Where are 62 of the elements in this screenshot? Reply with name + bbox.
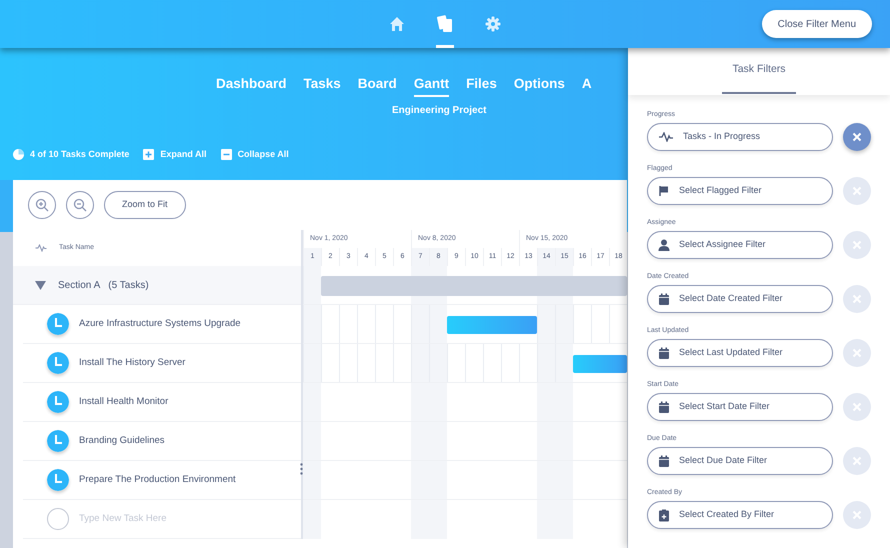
filter-dropdown[interactable]: Select Date Created Filter [647,285,833,313]
filter-dropdown[interactable]: Select Flagged Filter [647,177,833,205]
filter-dropdown[interactable]: Select Last Updated Filter [647,339,833,367]
close-icon [852,294,862,304]
close-icon [852,186,862,196]
close-icon [852,240,862,250]
task-name[interactable]: Branding Guidelines [79,434,165,448]
clock-icon [47,469,69,491]
zoom-out-button[interactable] [66,191,94,219]
task-name[interactable]: Azure Infrastructure Systems Upgrade [79,316,241,332]
close-icon [852,510,862,520]
clock-icon [47,391,69,413]
task-bar-day[interactable] [447,316,465,334]
zoom-in-icon [35,198,49,212]
filter-dropdown[interactable]: Tasks - In Progress [647,123,833,151]
zoom-out-icon [73,198,87,212]
person-icon [658,239,670,251]
clock-icon [47,430,69,452]
task-count: (5 Tasks) [108,278,149,292]
home-icon [389,16,405,32]
task-bar-day[interactable] [573,355,591,373]
pulse-icon [658,132,674,142]
clock-icon [47,313,69,335]
zoom-to-fit-button[interactable]: Zoom to Fit [104,191,186,219]
zoom-in-button[interactable] [28,191,56,219]
tasks-complete-count: 4 of 10 Tasks Complete [30,148,130,162]
task-name[interactable]: Install Health Monitor [79,394,168,410]
section-bar-day[interactable] [321,276,339,296]
flag-icon [658,185,670,197]
filter-dropdown[interactable]: Select Assignee Filter [647,231,833,259]
pie-chart-icon [13,149,24,160]
project-name: Engineering Project [392,104,486,118]
panel-tab[interactable]: Task Filters [722,48,796,94]
clear-filter-button[interactable] [843,123,871,151]
drag-handle-icon[interactable] [300,463,303,475]
caret-icon[interactable] [35,280,46,290]
task-name[interactable]: Install The History Server [79,356,186,370]
calendar-icon [658,401,670,413]
close-icon [852,132,862,142]
empty-circle-icon [47,508,69,530]
calendar-icon [658,455,670,467]
minus-icon [220,149,232,160]
filter-dropdown[interactable]: Select Start Date Filter [647,393,833,421]
pulse-icon [35,244,47,252]
clock-icon [47,352,69,374]
settings-icon [485,16,501,32]
close-icon [852,348,862,358]
task-bar-day[interactable] [609,355,627,373]
calendar-icon [658,293,670,305]
task-bar-day[interactable] [519,316,537,334]
calendar-icon [658,347,670,359]
close-filter-button[interactable]: Close Filter Menu [762,10,872,38]
close-icon [852,402,862,412]
filter-dropdown[interactable]: Select Created By Filter [647,501,833,529]
close-icon [852,456,862,466]
task-name[interactable]: Prepare The Production Environment [79,472,236,488]
cards-icon [437,15,453,33]
section-bar-day[interactable] [609,276,627,296]
section-name: Section A [58,278,100,292]
clipboard-icon [658,508,670,522]
filter-dropdown[interactable]: Select Due Date Filter [647,447,833,475]
plus-icon [143,149,154,160]
